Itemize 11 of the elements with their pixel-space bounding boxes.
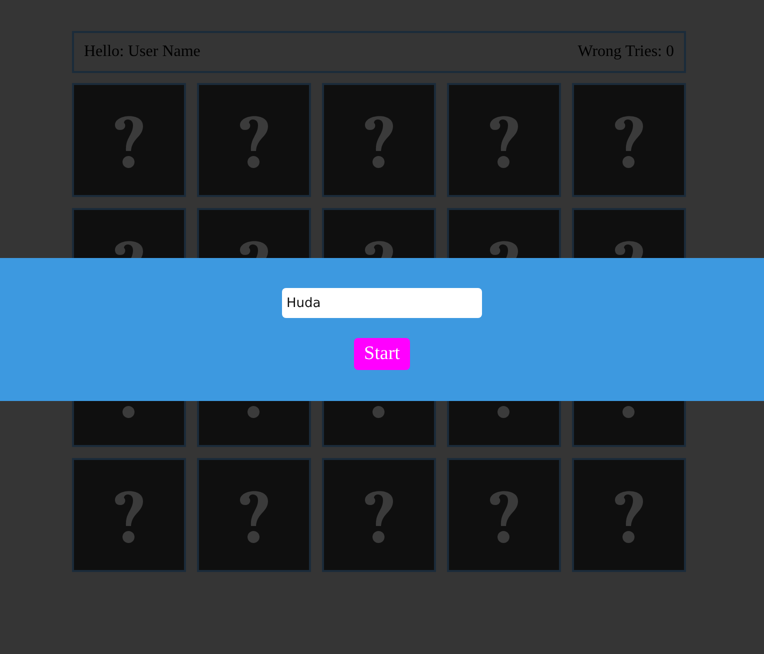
memory-card[interactable]	[322, 83, 436, 197]
memory-card[interactable]	[72, 458, 186, 572]
memory-card[interactable]	[72, 83, 186, 197]
name-field[interactable]: Huda	[282, 288, 482, 318]
memory-card[interactable]	[572, 83, 686, 197]
memory-card[interactable]	[447, 83, 561, 197]
memory-card[interactable]	[447, 458, 561, 572]
memory-card[interactable]	[572, 458, 686, 572]
memory-card[interactable]	[197, 83, 311, 197]
memory-card[interactable]	[197, 458, 311, 572]
memory-card[interactable]	[322, 458, 436, 572]
